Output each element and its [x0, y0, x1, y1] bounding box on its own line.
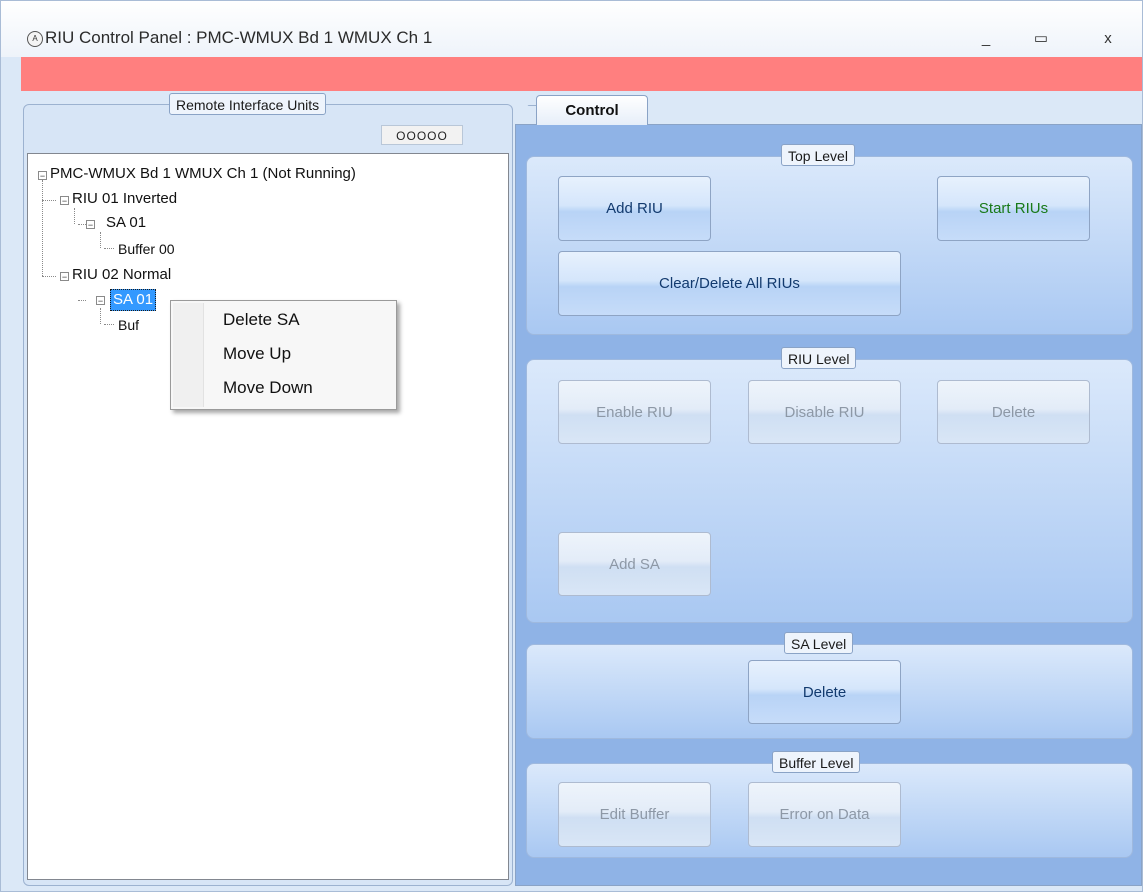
delete-sa-button[interactable]: Delete [748, 660, 901, 724]
start-rius-button[interactable]: Start RIUs [937, 176, 1090, 241]
riu-level-title: RIU Level [781, 347, 857, 369]
tree-connector [100, 232, 101, 248]
add-riu-button[interactable]: Add RIU [558, 176, 711, 241]
top-level-title: Top Level [781, 144, 855, 166]
tree-connector [100, 308, 101, 324]
collapse-icon[interactable]: − [60, 272, 69, 282]
tree-node-sa-01[interactable]: SA 01 [106, 213, 146, 233]
riu-group-title: Remote Interface Units [169, 93, 327, 115]
window-title: RIU Control Panel : PMC-WMUX Bd 1 WMUX C… [45, 28, 433, 47]
add-sa-button[interactable]: Add SA [558, 532, 711, 596]
clear-delete-all-rius-button[interactable]: Clear/Delete All RIUs [558, 251, 901, 316]
tree-node-riu-01[interactable]: RIU 01 Inverted [72, 189, 177, 209]
tree-connector [42, 276, 56, 277]
tree-node-riu-02[interactable]: RIU 02 Normal [72, 265, 171, 285]
tree-node-buffer[interactable]: Buf [118, 315, 139, 335]
close-button[interactable]: x [1095, 29, 1121, 49]
minimize-button[interactable]: _ [973, 29, 999, 49]
collapse-icon[interactable]: − [38, 171, 47, 181]
collapse-icon[interactable]: − [60, 196, 69, 206]
edit-buffer-button[interactable]: Edit Buffer [558, 782, 711, 847]
context-menu-gutter [173, 303, 204, 407]
riu-tree-view[interactable]: − PMC-WMUX Bd 1 WMUX Ch 1 (Not Running) … [27, 153, 509, 880]
delete-riu-button[interactable]: Delete [937, 380, 1090, 444]
tree-connector [104, 248, 114, 249]
tree-connector [78, 224, 86, 225]
tree-connector [74, 208, 75, 224]
maximize-button[interactable]: ▭ [1028, 29, 1054, 49]
disable-riu-button[interactable]: Disable RIU [748, 380, 901, 444]
tree-connector [42, 200, 56, 201]
tree-node-root[interactable]: PMC-WMUX Bd 1 WMUX Ch 1 (Not Running) [50, 164, 356, 184]
sa-level-title: SA Level [784, 632, 854, 654]
error-on-data-button[interactable]: Error on Data [748, 782, 901, 847]
tree-connector [104, 324, 114, 325]
menu-item-move-down[interactable]: Move Down [223, 377, 313, 399]
collapse-icon[interactable]: − [96, 296, 105, 306]
app-icon: A [27, 31, 43, 47]
tree-node-sa-01-selected[interactable]: SA 01 [110, 289, 157, 311]
context-menu: Delete SA Move Up Move Down [170, 300, 397, 410]
app-window: A RIU Control Panel : PMC-WMUX Bd 1 WMUX… [0, 0, 1143, 892]
menu-item-delete-sa[interactable]: Delete SA [223, 309, 300, 331]
menu-item-move-up[interactable]: Move Up [223, 343, 291, 365]
status-bar [21, 57, 1142, 91]
tree-connector [78, 300, 86, 301]
status-indicator: OOOOO [381, 125, 463, 145]
title-bar: A RIU Control Panel : PMC-WMUX Bd 1 WMUX… [1, 1, 1142, 57]
enable-riu-button[interactable]: Enable RIU [558, 380, 711, 444]
tree-node-buffer-00[interactable]: Buffer 00 [118, 239, 175, 259]
tab-control[interactable]: Control [536, 95, 648, 125]
buffer-level-title: Buffer Level [772, 751, 861, 773]
tree-connector [42, 180, 43, 276]
collapse-icon[interactable]: − [86, 220, 95, 230]
